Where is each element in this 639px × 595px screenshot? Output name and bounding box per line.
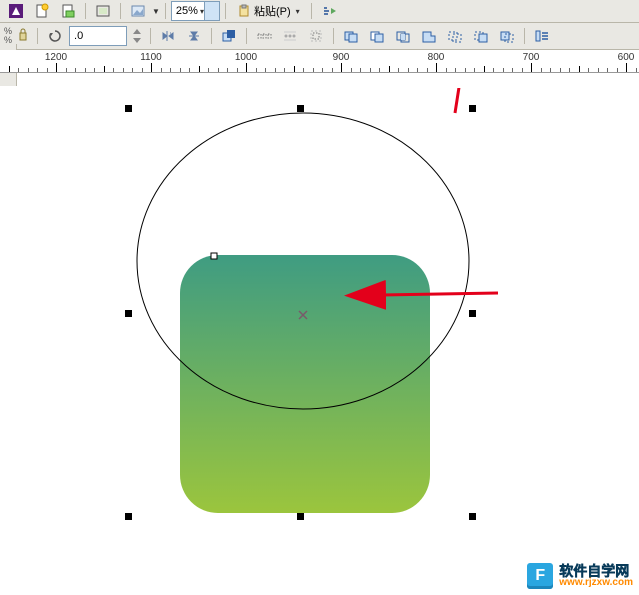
selection-handle[interactable]: [297, 513, 304, 520]
app-icon[interactable]: [4, 0, 28, 22]
dropdown-arrow-icon[interactable]: ▼: [152, 7, 160, 16]
picture-frame-icon[interactable]: [91, 0, 115, 22]
spinner-icon[interactable]: [129, 25, 145, 47]
rotate-icon[interactable]: [43, 25, 67, 47]
ruler-label: 1000: [235, 52, 257, 63]
simplify-icon[interactable]: [417, 25, 441, 47]
front-minus-back-icon[interactable]: [443, 25, 467, 47]
ruler-label: 600: [618, 52, 635, 63]
watermark-logo-icon: F: [527, 563, 553, 589]
ruler-label: 700: [523, 52, 540, 63]
selection-handle[interactable]: [125, 310, 132, 317]
back-minus-front-icon[interactable]: [469, 25, 493, 47]
clipboard-icon: [237, 4, 251, 18]
align-panel-icon[interactable]: [530, 25, 554, 47]
selection-handle[interactable]: [469, 513, 476, 520]
wrap-icon[interactable]: [304, 25, 328, 47]
image-placeholder-icon[interactable]: [126, 0, 150, 22]
shape-node-handle[interactable]: [211, 253, 217, 259]
distribute-spacing-icon[interactable]: [278, 25, 302, 47]
selection-handle[interactable]: [469, 105, 476, 112]
trim-icon[interactable]: [365, 25, 389, 47]
selection-handle[interactable]: [469, 310, 476, 317]
mirror-vertical-icon[interactable]: [182, 25, 206, 47]
ruler-label: 900: [333, 52, 350, 63]
toolbar-second: % %: [0, 23, 639, 50]
watermark: F 软件自学网 www.rjzxw.com: [527, 563, 633, 589]
zoom-combo[interactable]: 25% ▾: [171, 1, 220, 21]
new-doc-icon[interactable]: [30, 0, 54, 22]
boundary-icon[interactable]: [495, 25, 519, 47]
mirror-horizontal-icon[interactable]: [156, 25, 180, 47]
selection-handle[interactable]: [125, 105, 132, 112]
toolbar-top: ▼ 25% ▾ 粘贴(P) ▾: [0, 0, 639, 23]
options-icon[interactable]: [317, 0, 341, 22]
to-front-icon[interactable]: [217, 25, 241, 47]
paste-label: 粘贴(P): [254, 3, 291, 19]
ruler-label: 800: [428, 52, 445, 63]
canvas-area[interactable]: F 软件自学网 www.rjzxw.com: [0, 88, 639, 595]
annotation-arrow-mid: [380, 293, 498, 295]
chevron-down-icon[interactable]: ▾: [296, 7, 300, 16]
intersect-icon[interactable]: [391, 25, 415, 47]
open-doc-icon[interactable]: [56, 0, 80, 22]
selection-handle[interactable]: [125, 513, 132, 520]
selection-handle[interactable]: [297, 105, 304, 112]
annotation-arrow-top: [455, 88, 462, 113]
distribute-icon[interactable]: [252, 25, 276, 47]
weld-icon[interactable]: [339, 25, 363, 47]
ruler-label: 1100: [140, 52, 162, 63]
ruler-horizontal: 1200 1100 1000 900 800 700 600: [0, 50, 639, 73]
percent-labels: % %: [4, 27, 12, 45]
ruler-label: 1200: [45, 52, 67, 63]
watermark-url: www.rjzxw.com: [559, 578, 633, 588]
watermark-title: 软件自学网: [559, 564, 633, 578]
chevron-down-icon[interactable]: ▾: [204, 2, 219, 20]
paste-menu[interactable]: 粘贴(P) ▾: [231, 2, 306, 20]
rotation-input[interactable]: [69, 26, 127, 46]
